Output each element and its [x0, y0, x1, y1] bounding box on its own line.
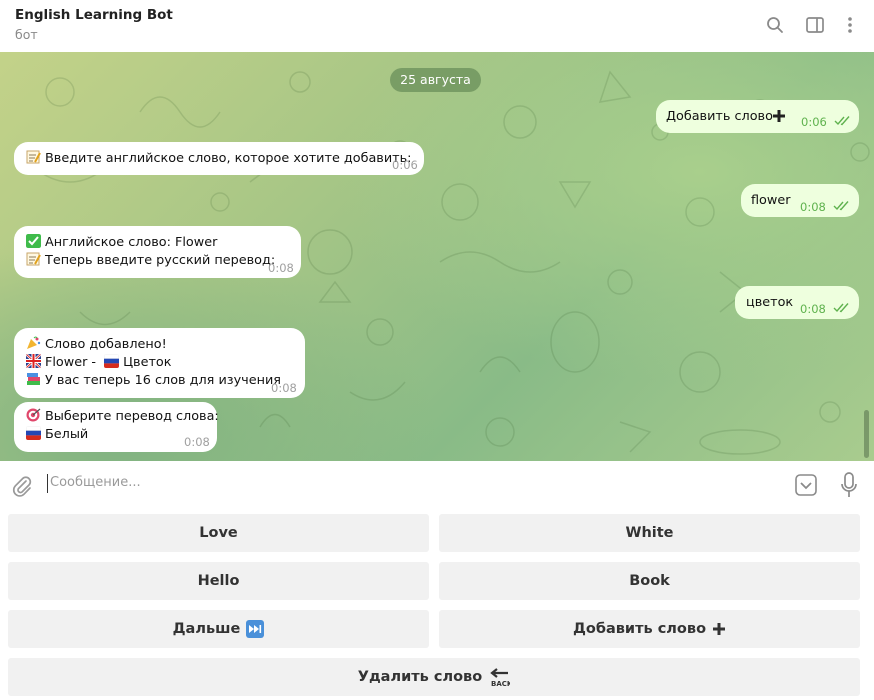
uk-flag-icon: [26, 354, 41, 368]
message-time: 0:08: [268, 261, 294, 275]
keyboard-toggle-icon[interactable]: [795, 474, 817, 500]
read-ticks-icon: [834, 116, 850, 126]
read-ticks-icon: [833, 201, 849, 211]
chat-subtitle: бот: [15, 27, 38, 42]
reply-button-hello[interactable]: Hello: [8, 562, 429, 600]
back-arrow-icon: BACK: [490, 668, 510, 687]
memo-emoji-icon: [26, 252, 41, 266]
microphone-icon[interactable]: [841, 472, 857, 502]
message-line: Теперь введите русский перевод:: [26, 252, 275, 270]
incoming-message[interactable]: Слово добавлено! Flower - Цветок У вас т…: [14, 328, 305, 398]
reply-button-delete-word[interactable]: Удалить слово BACK: [8, 658, 860, 696]
message-time: 0:06: [801, 115, 827, 129]
reply-button-next[interactable]: Дальше: [8, 610, 429, 648]
chat-header: English Learning Bot бот: [0, 0, 874, 52]
message-line: Английское слово: Flower: [26, 234, 217, 252]
russia-flag-icon: [26, 426, 41, 440]
outgoing-message[interactable]: цветок 0:08: [735, 286, 859, 319]
russia-flag-icon: [104, 354, 120, 368]
message-time: 0:08: [184, 435, 210, 449]
fast-forward-icon: [246, 620, 265, 638]
message-input[interactable]: Сообщение...: [50, 475, 141, 490]
outgoing-message[interactable]: Добавить слово 0:06: [656, 100, 859, 133]
message-line: Введите английское слово, которое хотите…: [26, 150, 411, 168]
plus-icon: [773, 110, 785, 122]
outgoing-message[interactable]: flower 0:08: [741, 184, 859, 217]
reply-button-white[interactable]: White: [439, 514, 860, 552]
attach-icon[interactable]: [12, 475, 32, 501]
message-time: 0:08: [800, 302, 826, 316]
message-time: 0:08: [271, 381, 297, 395]
party-popper-emoji-icon: [27, 336, 41, 349]
incoming-message[interactable]: Введите английское слово, которое хотите…: [14, 142, 424, 175]
sidebar-toggle-icon[interactable]: [804, 14, 826, 36]
message-line: Слово добавлено!: [26, 336, 167, 354]
more-vertical-icon[interactable]: [839, 14, 861, 36]
chat-scrollbar[interactable]: [864, 410, 869, 458]
books-emoji-icon: [27, 373, 40, 385]
incoming-message[interactable]: Английское слово: Flower Теперь введите …: [14, 226, 301, 278]
chat-title[interactable]: English Learning Bot: [15, 7, 173, 23]
check-mark-emoji-icon: [26, 234, 41, 248]
message-line: У вас теперь 16 слов для изучения: [26, 372, 281, 390]
message-line: Выберите перевод слова:: [26, 408, 219, 426]
bot-reply-keyboard: Love White Hello Book Дальше Добавить сл…: [0, 508, 874, 700]
search-icon[interactable]: [764, 14, 786, 36]
read-ticks-icon: [833, 303, 849, 313]
target-emoji-icon: [26, 408, 41, 422]
plus-icon: [713, 623, 726, 635]
reply-button-add-word[interactable]: Добавить слово: [439, 610, 860, 648]
svg-text:BACK: BACK: [491, 680, 510, 687]
incoming-message[interactable]: Выберите перевод слова: Белый 0:08: [14, 402, 219, 452]
message-time: 0:08: [800, 200, 826, 214]
chat-history[interactable]: 25 августа Добавить слово 0:06 Введите а…: [0, 52, 874, 461]
memo-emoji-icon: [26, 150, 41, 164]
message-text: Добавить слово: [666, 109, 773, 124]
date-separator: 25 августа: [390, 68, 481, 92]
message-line: Белый: [26, 426, 88, 444]
message-line: Flower - Цветок: [26, 354, 172, 372]
text-cursor: [47, 474, 48, 493]
message-text: цветок: [746, 295, 794, 310]
message-composer: Сообщение...: [0, 461, 874, 508]
reply-button-book[interactable]: Book: [439, 562, 860, 600]
reply-button-love[interactable]: Love: [8, 514, 429, 552]
message-time: 0:06: [392, 158, 418, 172]
message-text: flower: [751, 193, 791, 208]
